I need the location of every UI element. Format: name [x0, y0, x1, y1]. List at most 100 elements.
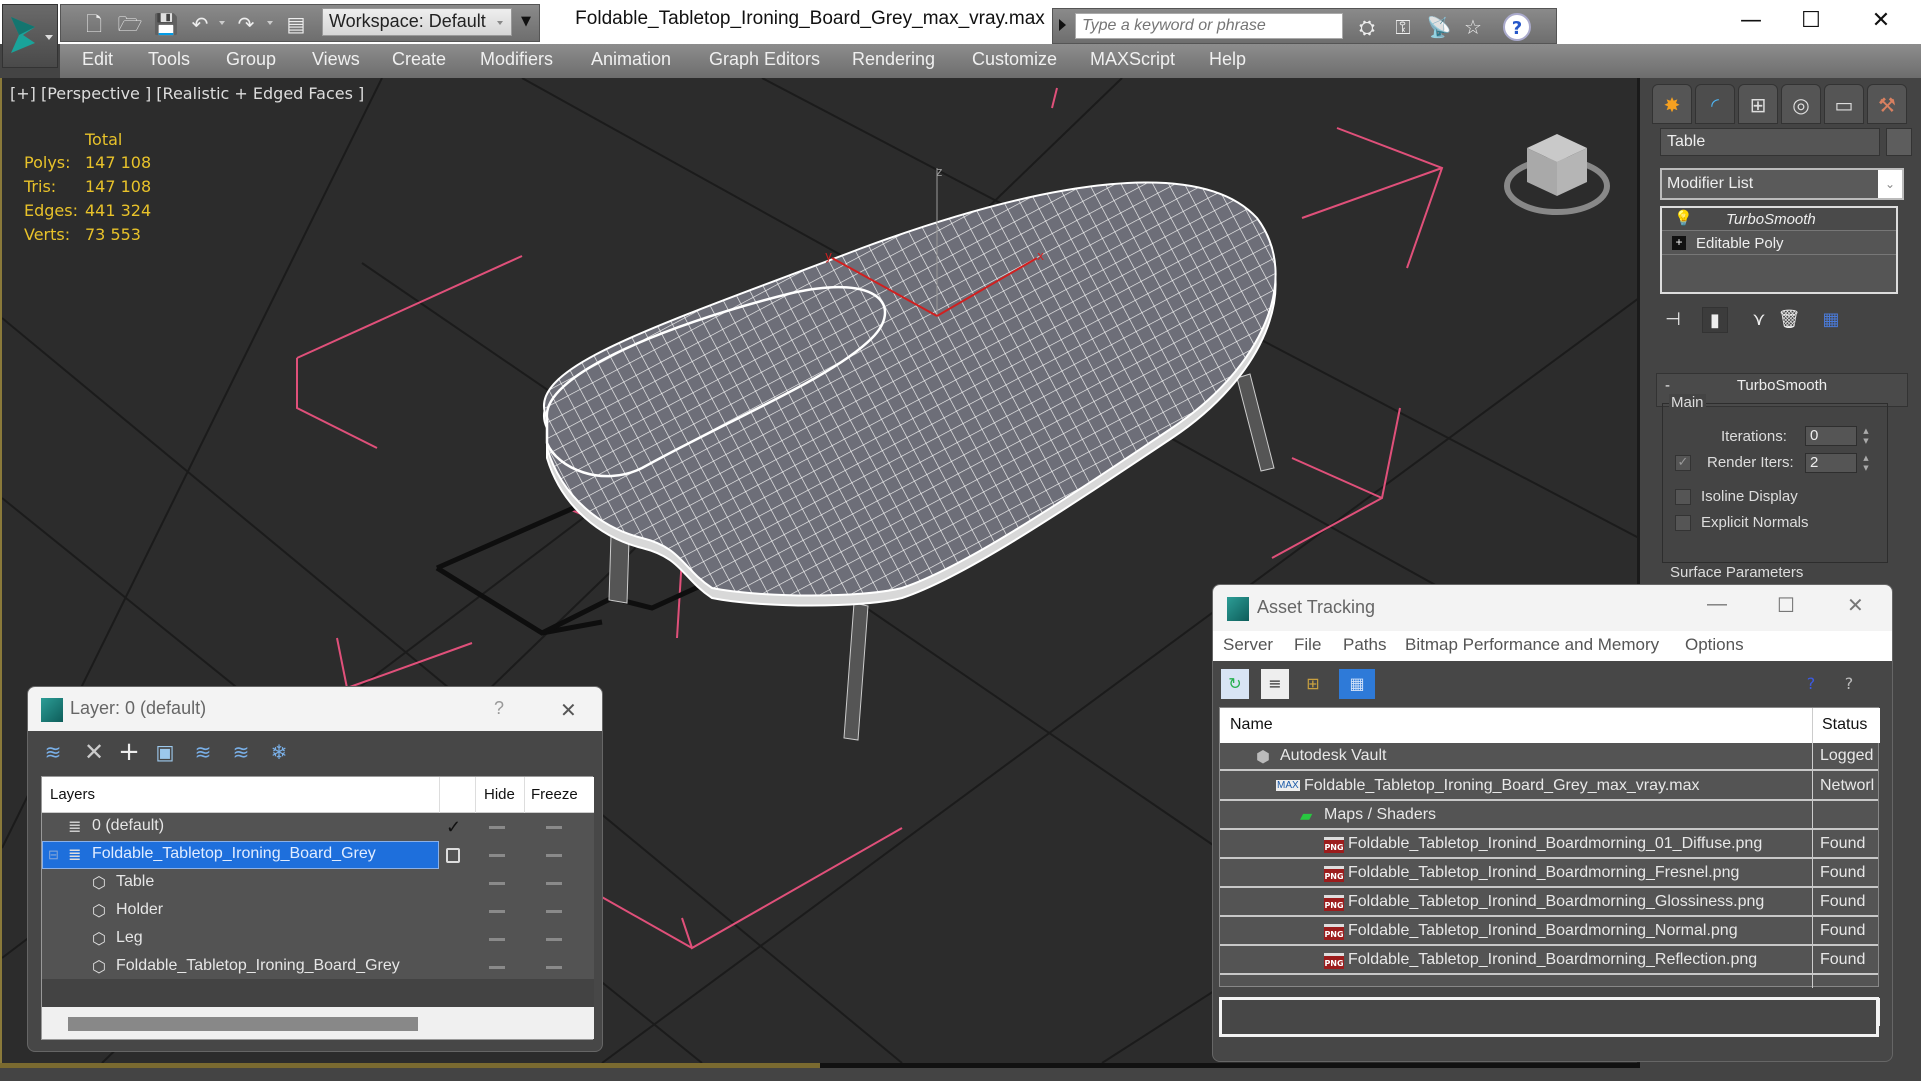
- menu-edit[interactable]: Edit: [82, 49, 113, 70]
- asset-row[interactable]: PNG Foldable_Tabletop_Ironind_Boardmorni…: [1220, 831, 1878, 859]
- current-layer-checkmark-icon[interactable]: ✓: [446, 817, 461, 838]
- column-header-name[interactable]: Name: [1230, 716, 1273, 734]
- column-header-freeze[interactable]: Freeze: [531, 786, 578, 803]
- show-end-result-icon[interactable]: ▮: [1702, 307, 1728, 333]
- freeze-toggle[interactable]: [546, 854, 562, 857]
- menu-tools[interactable]: Tools: [148, 49, 190, 70]
- menu-bitmap-performance[interactable]: Bitmap Performance and Memory: [1405, 635, 1659, 655]
- asset-row[interactable]: MAX Foldable_Tabletop_Ironing_Board_Grey…: [1220, 773, 1878, 801]
- object-row[interactable]: ⬡ Holder: [42, 897, 594, 925]
- table-view-icon[interactable]: ▦: [1339, 669, 1375, 699]
- isoline-display-checkbox[interactable]: [1675, 489, 1691, 505]
- stack-item-turbosmooth[interactable]: 💡 TurboSmooth: [1662, 208, 1896, 231]
- asset-row[interactable]: ⬢ Autodesk Vault Logged: [1220, 743, 1878, 771]
- project-icon[interactable]: ▤: [283, 11, 309, 37]
- modify-tab-icon[interactable]: ◜: [1695, 84, 1735, 124]
- viewport-label-menu[interactable]: [+] [Perspective ] [Realistic + Edged Fa…: [10, 84, 364, 103]
- hide-toggle[interactable]: [489, 882, 505, 885]
- lightbulb-icon[interactable]: 💡: [1674, 209, 1693, 227]
- menu-animation[interactable]: Animation: [591, 49, 671, 70]
- asset-row[interactable]: PNG Foldable_Tabletop_Ironind_Boardmorni…: [1220, 889, 1878, 917]
- layer-dialog-titlebar[interactable]: Layer: 0 (default) ? ✕: [28, 687, 602, 731]
- satellite-icon[interactable]: 📡: [1425, 13, 1453, 41]
- asset-path-field[interactable]: [1219, 997, 1879, 1037]
- help-icon[interactable]: ?: [1797, 669, 1825, 699]
- menu-file[interactable]: File: [1294, 635, 1321, 655]
- help-button[interactable]: ?: [494, 698, 504, 719]
- object-row[interactable]: ⬡ Table: [42, 869, 594, 897]
- tree-view-icon[interactable]: ⊞: [1299, 669, 1327, 699]
- freeze-toggle[interactable]: [546, 966, 562, 969]
- scrollbar-thumb[interactable]: [68, 1017, 418, 1031]
- freeze-toggle[interactable]: [546, 910, 562, 913]
- menu-group[interactable]: Group: [226, 49, 276, 70]
- menu-create[interactable]: Create: [392, 49, 446, 70]
- menu-help[interactable]: Help: [1209, 49, 1246, 70]
- new-file-icon[interactable]: 🗋: [81, 11, 107, 37]
- app-menu-button[interactable]: [2, 4, 58, 68]
- binoculars-icon[interactable]: ⛭: [1353, 13, 1381, 41]
- column-header-layers[interactable]: Layers: [50, 786, 95, 803]
- menu-rendering[interactable]: Rendering: [852, 49, 935, 70]
- menu-graph-editors[interactable]: Graph Editors: [709, 49, 820, 70]
- refresh-icon[interactable]: ↻: [1221, 669, 1249, 699]
- menu-customize[interactable]: Customize: [972, 49, 1057, 70]
- undo-icon[interactable]: ↶: [187, 11, 213, 37]
- hide-toggle[interactable]: [489, 938, 505, 941]
- close-button[interactable]: ✕: [1846, 2, 1916, 40]
- whats-this-icon[interactable]: ?: [1835, 669, 1863, 699]
- layer-row-selected[interactable]: ⊟ ≣ Foldable_Tabletop_Ironing_Board_Grey: [42, 841, 594, 869]
- highlight-selected-layer-icon[interactable]: ≋: [190, 739, 216, 765]
- search-input[interactable]: [1075, 13, 1343, 39]
- new-layer-icon[interactable]: ≋: [40, 739, 66, 765]
- pin-stack-icon[interactable]: ⊣: [1660, 307, 1686, 333]
- select-objects-in-layer-icon[interactable]: ▣: [152, 739, 178, 765]
- menu-maxscript[interactable]: MAXScript: [1090, 49, 1175, 70]
- iterations-spinner-arrows[interactable]: ▲ ▼: [1859, 426, 1873, 446]
- redo-dropdown-icon[interactable]: [267, 21, 273, 25]
- hide-toggle[interactable]: [489, 910, 505, 913]
- delete-layer-icon[interactable]: ✕: [81, 739, 107, 765]
- hide-unhide-all-icon[interactable]: ≋: [228, 739, 254, 765]
- maximize-button[interactable]: ☐: [1776, 2, 1846, 40]
- menu-options[interactable]: Options: [1685, 635, 1744, 655]
- utilities-tab-icon[interactable]: ⚒: [1867, 84, 1907, 124]
- save-icon[interactable]: 💾: [153, 11, 179, 37]
- freeze-toggle[interactable]: [546, 882, 562, 885]
- close-button[interactable]: ✕: [1847, 593, 1864, 618]
- column-header-hide[interactable]: Hide: [484, 786, 515, 803]
- iterations-spinner[interactable]: 0: [1805, 426, 1857, 446]
- motion-tab-icon[interactable]: ◎: [1781, 84, 1821, 124]
- redo-icon[interactable]: ↷: [233, 11, 259, 37]
- menu-modifiers[interactable]: Modifiers: [480, 49, 553, 70]
- minimize-button[interactable]: —: [1707, 593, 1727, 616]
- workspace-dropdown[interactable]: Workspace: Default: [322, 8, 512, 36]
- undo-dropdown-icon[interactable]: [219, 21, 225, 25]
- object-name-field[interactable]: Table: [1660, 128, 1880, 156]
- hierarchy-tab-icon[interactable]: ⊞: [1738, 84, 1778, 124]
- freeze-toggle[interactable]: [546, 938, 562, 941]
- asset-row[interactable]: PNG Foldable_Tabletop_Ironind_Boardmorni…: [1220, 860, 1878, 888]
- render-iters-checkbox[interactable]: ✓: [1675, 455, 1691, 471]
- column-header-status[interactable]: Status: [1822, 716, 1867, 734]
- render-iters-spinner-arrows[interactable]: ▲ ▼: [1859, 453, 1873, 473]
- layer-row[interactable]: ≣ 0 (default) ✓: [42, 813, 594, 841]
- menu-paths[interactable]: Paths: [1343, 635, 1386, 655]
- asset-row[interactable]: ▰ Maps / Shaders: [1220, 802, 1878, 830]
- add-to-layer-icon[interactable]: +: [116, 739, 142, 765]
- menu-server[interactable]: Server: [1223, 635, 1273, 655]
- close-button[interactable]: ✕: [560, 698, 577, 723]
- object-row[interactable]: ⬡ Leg: [42, 925, 594, 953]
- menu-views[interactable]: Views: [312, 49, 360, 70]
- configure-modifier-sets-icon[interactable]: ▦: [1818, 307, 1844, 333]
- asset-row[interactable]: PNG Foldable_Tabletop_Ironind_Boardmorni…: [1220, 947, 1878, 975]
- expand-search-icon[interactable]: [1059, 19, 1066, 31]
- remove-modifier-icon[interactable]: 🗑: [1776, 307, 1802, 333]
- help-icon[interactable]: ?: [1503, 13, 1531, 41]
- object-color-swatch[interactable]: [1886, 128, 1912, 156]
- make-current-icon[interactable]: [446, 848, 460, 863]
- expand-icon[interactable]: +: [1672, 236, 1686, 250]
- maximize-button[interactable]: ☐: [1777, 593, 1795, 618]
- toolbar-overflow-icon[interactable]: ▼: [516, 8, 536, 36]
- viewcube[interactable]: [1502, 126, 1612, 226]
